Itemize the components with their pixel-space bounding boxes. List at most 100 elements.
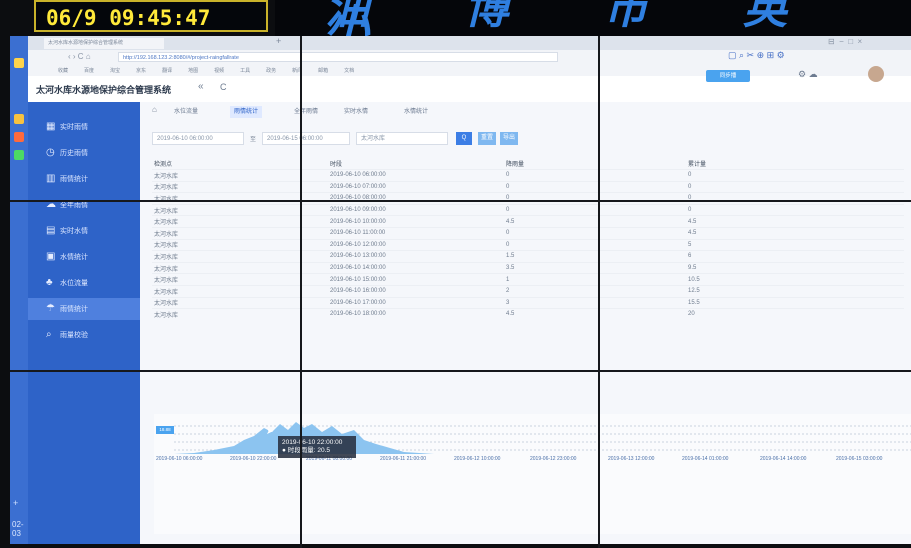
url-input[interactable]: http://192.168.123.2:8080/#/project-rain… <box>118 52 558 62</box>
table-row[interactable]: 太河水库 2019-06-10 11:00:00 0 4.5 <box>152 226 904 240</box>
table-cell: 2019-06-10 06:00:00 <box>328 169 504 182</box>
tree-icon: ♣ <box>46 277 53 288</box>
bookmark-item[interactable]: 翻译 <box>162 67 172 74</box>
back-forward-icon[interactable]: ‹ › C ⌂ <box>68 52 91 61</box>
end-date-input[interactable]: 2019-06-15 06:00:00 <box>262 132 350 145</box>
bookmark-item[interactable]: 邮箱 <box>318 67 328 74</box>
app-icon-red[interactable] <box>14 132 24 142</box>
tooltip-time: 2019-06-10 22:00:00 <box>282 439 343 446</box>
bookmark-item[interactable]: 视频 <box>214 67 224 74</box>
home-icon[interactable]: ⌂ <box>152 105 157 114</box>
range-separator: 至 <box>250 137 257 143</box>
bookmark-item[interactable]: 淘宝 <box>110 67 120 74</box>
sidebar-item-water-level[interactable]: ♣ 水位流量 <box>28 272 140 294</box>
new-tab-icon[interactable]: + <box>276 36 281 46</box>
export-button[interactable]: 导出 <box>500 132 518 145</box>
bookmark-item[interactable]: 文档 <box>344 67 354 74</box>
tab-water-stats[interactable]: 水情统计 <box>400 106 432 118</box>
settings-icon[interactable]: ⚙ ☁ <box>798 69 818 80</box>
bar-chart-icon: ▥ <box>46 173 56 184</box>
add-icon[interactable]: + <box>13 498 18 508</box>
app-icon-yellow[interactable] <box>14 58 24 68</box>
sidebar-item-annual-rain[interactable]: ☁ 全年雨情 <box>28 194 140 216</box>
bookmark-item[interactable]: 地图 <box>188 67 198 74</box>
table-cell: 2019-06-10 07:00:00 <box>328 180 504 193</box>
table-row[interactable]: 太河水库 2019-06-10 07:00:00 0 0 <box>152 180 904 193</box>
chart-plot <box>174 422 911 454</box>
bookmark-item[interactable]: 收藏 <box>58 67 68 74</box>
sidebar-item-label: 雨量校验 <box>60 332 88 339</box>
sidebar-item-history-rain[interactable]: ◷ 历史雨情 <box>28 142 140 164</box>
x-tick-label: 2019-06-11 21:00:00 <box>380 456 427 462</box>
grid-icon: ▦ <box>46 121 56 132</box>
table-row[interactable]: 太河水库 2019-06-10 17:00:00 3 15.5 <box>152 296 904 309</box>
tab-realtime-water[interactable]: 实时水情 <box>340 106 372 118</box>
x-tick-label: 2019-06-13 12:00:00 <box>608 456 655 462</box>
table-cell: 0 <box>504 169 686 182</box>
video-wall-screen: + 02-03 太河水库水源地保护综合管理系统 + ⊟ − □ × ‹ › C … <box>10 36 911 544</box>
sidebar-item-rain-stats[interactable]: ▥ 雨情统计 <box>28 168 140 190</box>
browser-tab[interactable]: 太河水库水源地保护综合管理系统 <box>44 38 164 49</box>
table-cell: 0 <box>504 238 686 251</box>
table-row[interactable]: 太河水库 2019-06-10 18:00:00 4.5 20 <box>152 308 904 320</box>
column-header[interactable]: 时段 <box>328 158 504 170</box>
table-cell: 0 <box>504 203 686 216</box>
start-date-input[interactable]: 2019-06-10 06:00:00 <box>152 132 244 145</box>
table-row[interactable]: 太河水库 2019-06-10 09:00:00 0 0 <box>152 203 904 216</box>
window-controls-icon[interactable]: ⊟ − □ × <box>828 37 862 46</box>
x-tick-label: 2019-06-12 23:00:00 <box>530 456 577 462</box>
bookmark-item[interactable]: 政务 <box>266 67 276 74</box>
table-row[interactable]: 太河水库 2019-06-10 13:00:00 1.5 6 <box>152 250 904 263</box>
sidebar: ▦ 实时雨情 ◷ 历史雨情 ▥ 雨情统计 ☁ 全年雨情 ▤ 实时水情 ▣ 水情统计 ♣ 水位流… <box>28 102 140 544</box>
x-tick-label: 2019-06-10 22:00:00 <box>230 456 277 462</box>
os-left-rail: + 02-03 <box>10 36 28 544</box>
sidebar-item-realtime-water[interactable]: ▤ 实时水情 <box>28 220 140 242</box>
column-header[interactable]: 降雨量 <box>504 158 686 170</box>
column-icon: ▤ <box>46 225 56 236</box>
sidebar-item-rain-check[interactable]: ⌕ 雨量校验 <box>28 324 140 346</box>
tab-water-flow[interactable]: 水位流量 <box>170 106 202 118</box>
table-row[interactable]: 太河水库 2019-06-10 16:00:00 2 12.5 <box>152 284 904 298</box>
address-bar-row: ‹ › C ⌂ http://192.168.123.2:8080/#/proj… <box>28 50 911 64</box>
history-icon: ◷ <box>46 147 55 158</box>
table-cell: 0 <box>686 180 904 193</box>
bookmark-item[interactable]: 百度 <box>84 67 94 74</box>
reset-button[interactable]: 重置 <box>478 132 496 145</box>
sync-broadcast-button[interactable]: 同步播 <box>706 70 750 82</box>
table-row[interactable]: 太河水库 2019-06-10 06:00:00 0 0 <box>152 169 904 182</box>
table-cell: 2019-06-10 17:00:00 <box>328 296 504 309</box>
sidebar-item-rain-stats-active[interactable]: ☂ 雨情统计 <box>28 298 140 320</box>
sidebar-item-realtime-rain[interactable]: ▦ 实时雨情 <box>28 116 140 138</box>
sidebar-item-water-stats[interactable]: ▣ 水情统计 <box>28 246 140 268</box>
sidebar-item-label: 实时雨情 <box>60 124 88 131</box>
column-header[interactable]: 累计量 <box>686 158 904 170</box>
table-cell: 5 <box>686 238 904 251</box>
browser-toolbar-icons[interactable]: ▢ ⌕ ✂ ⊕ ⊞ ⚙ <box>728 50 785 61</box>
bezel-divider <box>598 36 600 548</box>
bezel-divider <box>10 370 911 372</box>
table-cell: 2019-06-10 16:00:00 <box>328 284 504 298</box>
refresh-icon[interactable]: C <box>220 82 227 92</box>
avatar[interactable] <box>868 66 884 82</box>
bezel-divider <box>300 36 302 548</box>
sidebar-item-label: 历史雨情 <box>60 150 88 157</box>
browser-tab-2[interactable] <box>172 38 262 49</box>
table-row[interactable]: 太河水库 2019-06-10 15:00:00 1 10.5 <box>152 273 904 286</box>
table-cell: 4.5 <box>504 215 686 228</box>
table-row[interactable]: 太河水库 2019-06-10 14:00:00 3.5 9.5 <box>152 261 904 274</box>
table-row[interactable]: 太河水库 2019-06-10 10:00:00 4.5 4.5 <box>152 215 904 228</box>
tab-rain-stats[interactable]: 雨情统计 <box>230 106 263 118</box>
folder-icon[interactable] <box>14 114 24 124</box>
station-select[interactable]: 太河水库 <box>356 132 448 145</box>
app-icon-green[interactable] <box>14 150 24 160</box>
table-row[interactable]: 太河水库 2019-06-10 12:00:00 0 5 <box>152 238 904 251</box>
table-row[interactable]: 太河水库2019-06-10 08:00:0000 <box>152 192 904 205</box>
table-cell: 2019-06-10 11:00:00 <box>328 226 504 240</box>
x-tick-label: 2019-06-14 14:00:00 <box>760 456 807 462</box>
search-button[interactable]: Q <box>456 132 472 145</box>
bookmark-item[interactable]: 京东 <box>136 67 146 74</box>
table-cell: 0 <box>686 203 904 216</box>
tab-annual-rain[interactable]: 全年雨情 <box>290 106 322 118</box>
collapse-icon[interactable]: « <box>198 81 204 92</box>
bookmark-item[interactable]: 工具 <box>240 67 250 74</box>
